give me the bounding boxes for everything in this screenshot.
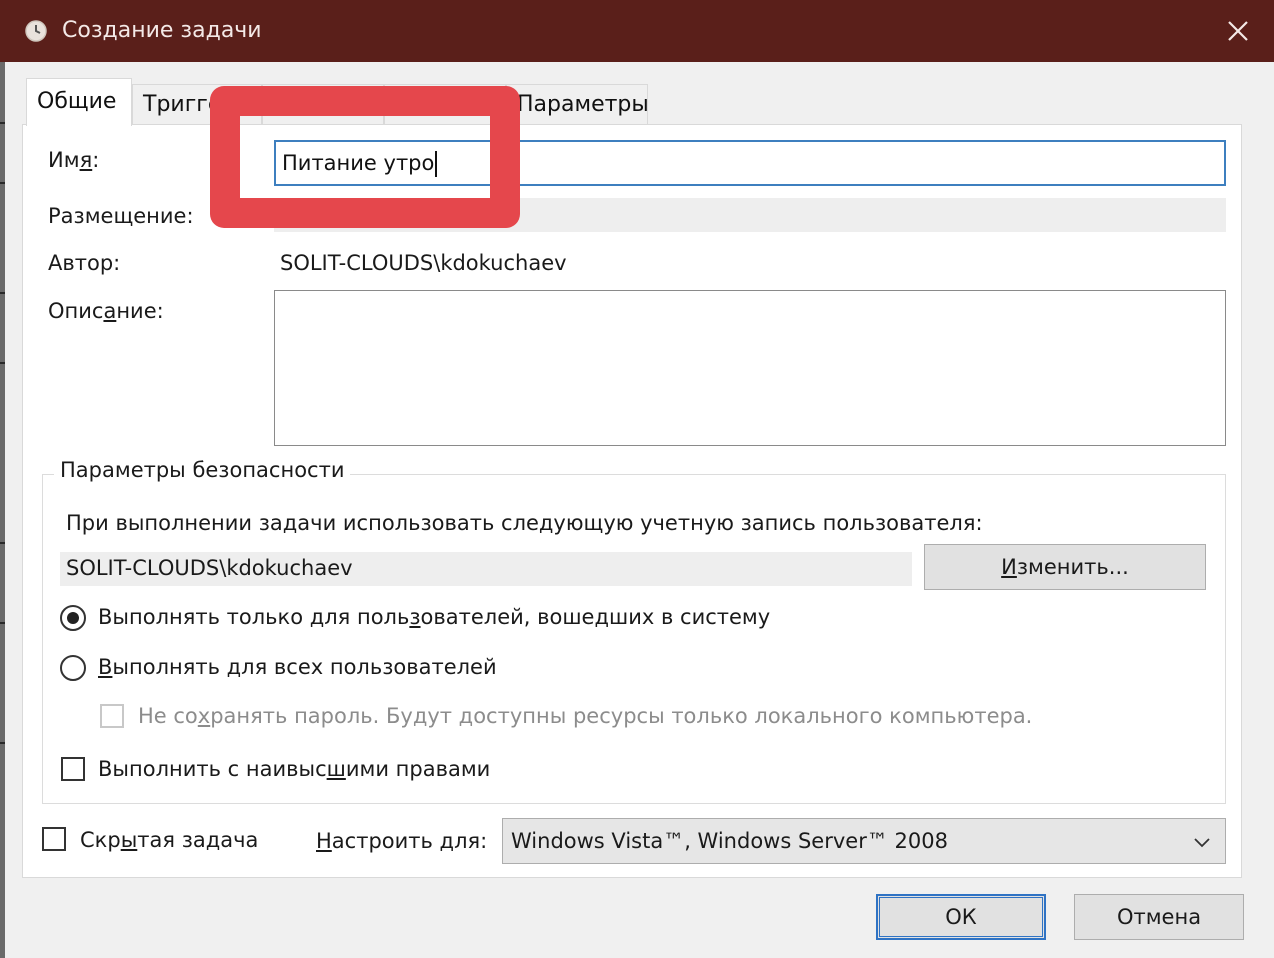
configure-for-label: Настроить для: xyxy=(316,829,488,853)
change-user-button[interactable]: Изменить... xyxy=(924,544,1206,590)
author-label: Автор: xyxy=(48,251,121,275)
highest-privileges-checkbox[interactable] xyxy=(61,757,85,781)
hidden-task-label: Скрытая задача xyxy=(80,828,259,852)
security-group-title: Параметры безопасности xyxy=(54,458,351,482)
cancel-button[interactable]: Отмена xyxy=(1074,894,1244,940)
window-title: Создание задачи xyxy=(62,18,262,43)
account-field: SOLIT-CLOUDS\kdokuchaev xyxy=(60,552,912,586)
tab-settings[interactable]: Параметры xyxy=(506,84,649,124)
description-textarea[interactable] xyxy=(274,290,1226,446)
title-bar: Создание задачи xyxy=(0,0,1274,62)
placement-label: Размещение: xyxy=(48,204,194,228)
radio-all-users[interactable] xyxy=(60,655,86,681)
account-prompt: При выполнении задачи использовать следу… xyxy=(66,511,983,535)
highlight-annotation xyxy=(210,86,520,228)
highest-privileges-label: Выполнить с наивысшими правами xyxy=(98,757,491,781)
configure-for-select[interactable]: Windows Vista™, Windows Server™ 2008 xyxy=(502,818,1226,864)
clock-icon xyxy=(25,20,47,42)
name-label: Имя: xyxy=(48,148,100,172)
no-store-password-label: Не сохранять пароль. Будут доступны ресу… xyxy=(138,704,1033,728)
radio-all-users-label: Выполнять для всех пользователей xyxy=(98,655,497,679)
radio-logged-on-label: Выполнять только для пользователей, воше… xyxy=(98,605,771,629)
close-button[interactable] xyxy=(1202,0,1274,62)
configure-for-value: Windows Vista™, Windows Server™ 2008 xyxy=(511,829,948,853)
hidden-task-checkbox[interactable] xyxy=(42,827,66,851)
tab-general[interactable]: Общие xyxy=(26,78,132,126)
close-icon xyxy=(1228,21,1248,41)
description-label: Описание: xyxy=(48,299,164,323)
chevron-down-icon xyxy=(1194,838,1210,848)
ok-button[interactable]: ОК xyxy=(876,894,1046,940)
author-value: SOLIT-CLOUDS\kdokuchaev xyxy=(280,251,567,275)
radio-logged-on-only[interactable] xyxy=(60,605,86,631)
window-left-edge xyxy=(0,62,5,958)
no-store-password-checkbox[interactable] xyxy=(100,704,124,728)
